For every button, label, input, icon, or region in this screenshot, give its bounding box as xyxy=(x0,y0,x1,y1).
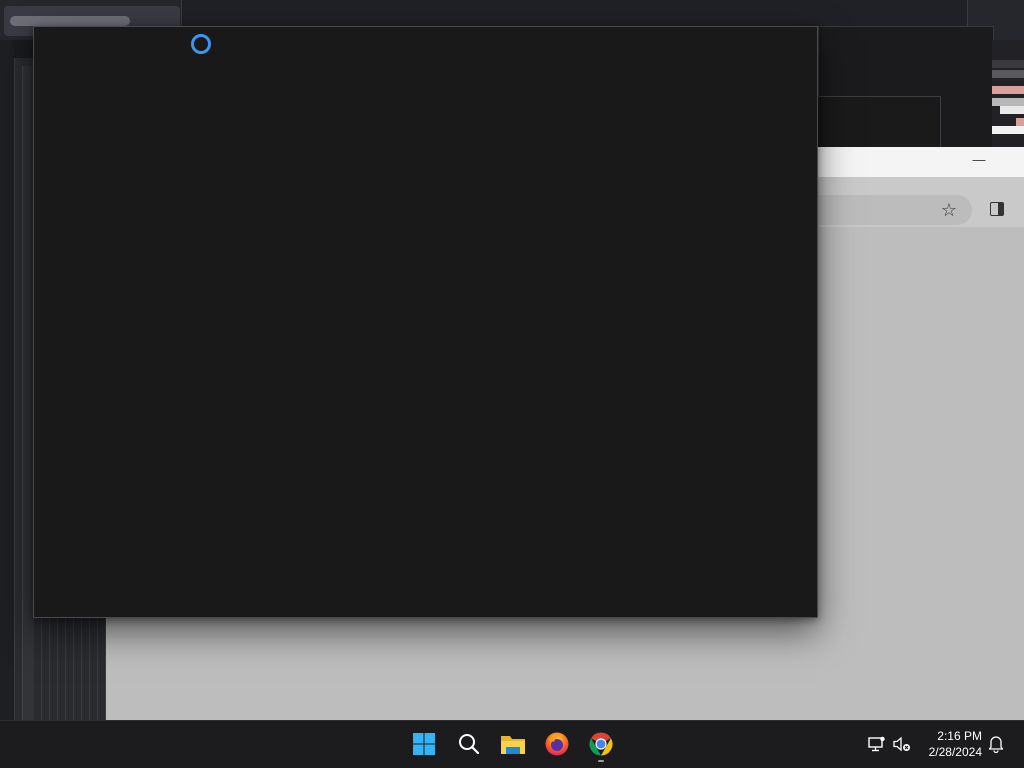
background-right-edge xyxy=(992,40,1024,148)
background-bar xyxy=(1016,118,1024,126)
chrome-button[interactable] xyxy=(583,726,619,762)
start-button[interactable] xyxy=(406,726,442,762)
minimize-button[interactable]: — xyxy=(968,151,990,171)
side-panel-icon[interactable] xyxy=(990,202,1004,216)
background-bar xyxy=(992,60,1024,68)
browser-titlebar xyxy=(818,147,1024,177)
search-button[interactable] xyxy=(451,726,487,762)
firefox-button[interactable] xyxy=(539,726,575,762)
loading-spinner-icon xyxy=(191,34,211,54)
bell-icon xyxy=(988,736,1004,753)
file-explorer-button[interactable] xyxy=(495,726,531,762)
firefox-icon xyxy=(545,732,569,756)
background-left-edge xyxy=(0,40,14,720)
background-bar xyxy=(1000,106,1024,114)
background-striped-area xyxy=(34,618,106,720)
background-right-inner-pane xyxy=(818,96,941,150)
background-bar xyxy=(992,126,1024,134)
loading-window xyxy=(33,26,818,618)
background-window-top xyxy=(181,0,968,28)
chrome-running-indicator xyxy=(598,760,604,762)
star-icon[interactable]: ☆ xyxy=(938,199,960,221)
clock-date[interactable]: 2/28/2024 xyxy=(902,745,982,759)
background-bar xyxy=(992,98,1024,106)
windows-logo-icon xyxy=(413,733,435,755)
notifications-button[interactable] xyxy=(987,726,1005,762)
network-icon xyxy=(868,736,885,752)
folder-icon xyxy=(501,736,525,754)
background-bar xyxy=(992,86,1024,94)
network-button[interactable] xyxy=(866,726,888,762)
chrome-icon xyxy=(589,732,613,756)
clock-time[interactable]: 2:16 PM xyxy=(902,729,982,743)
search-icon xyxy=(459,734,480,755)
background-tab-title-placeholder xyxy=(10,16,130,26)
background-bar xyxy=(992,70,1024,78)
